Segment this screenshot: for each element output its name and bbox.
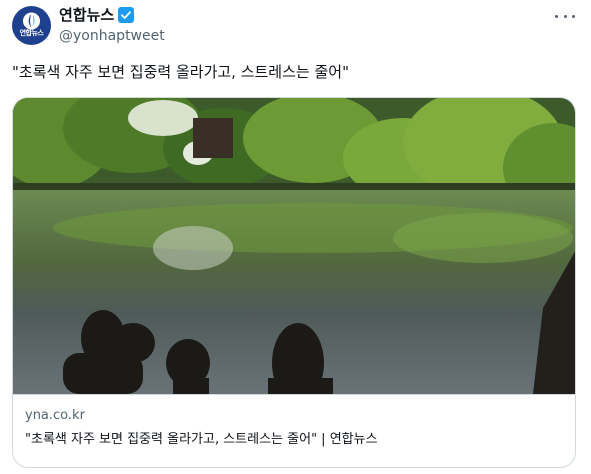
link-card[interactable]: yna.co.kr "초록색 자주 보면 집중력 올라가고, 스트레스는 줄어"… — [12, 97, 576, 468]
avatar-logo-text: 연합뉴스 — [19, 29, 44, 37]
more-options-icon[interactable] — [555, 10, 575, 22]
tweet-text: "초록색 자주 보면 집중력 올라가고, 스트레스는 줄어" — [12, 63, 349, 81]
handle[interactable]: @yonhaptweet — [59, 27, 165, 45]
card-meta: yna.co.kr "초록색 자주 보면 집중력 올라가고, 스트레스는 줄어"… — [13, 394, 575, 467]
author-name-row: 연합뉴스 — [59, 5, 135, 25]
card-title: "초록색 자주 보면 집중력 올라가고, 스트레스는 줄어" | 연합뉴스 — [25, 432, 378, 447]
tweet: 연합뉴스 연합뉴스 @yonhaptweet "초록색 자주 보면 집중력 올라… — [0, 0, 591, 474]
avatar[interactable]: 연합뉴스 — [12, 6, 51, 45]
card-image — [13, 98, 575, 394]
display-name[interactable]: 연합뉴스 — [59, 5, 114, 25]
verified-badge-icon — [118, 7, 135, 23]
card-domain: yna.co.kr — [25, 408, 85, 423]
